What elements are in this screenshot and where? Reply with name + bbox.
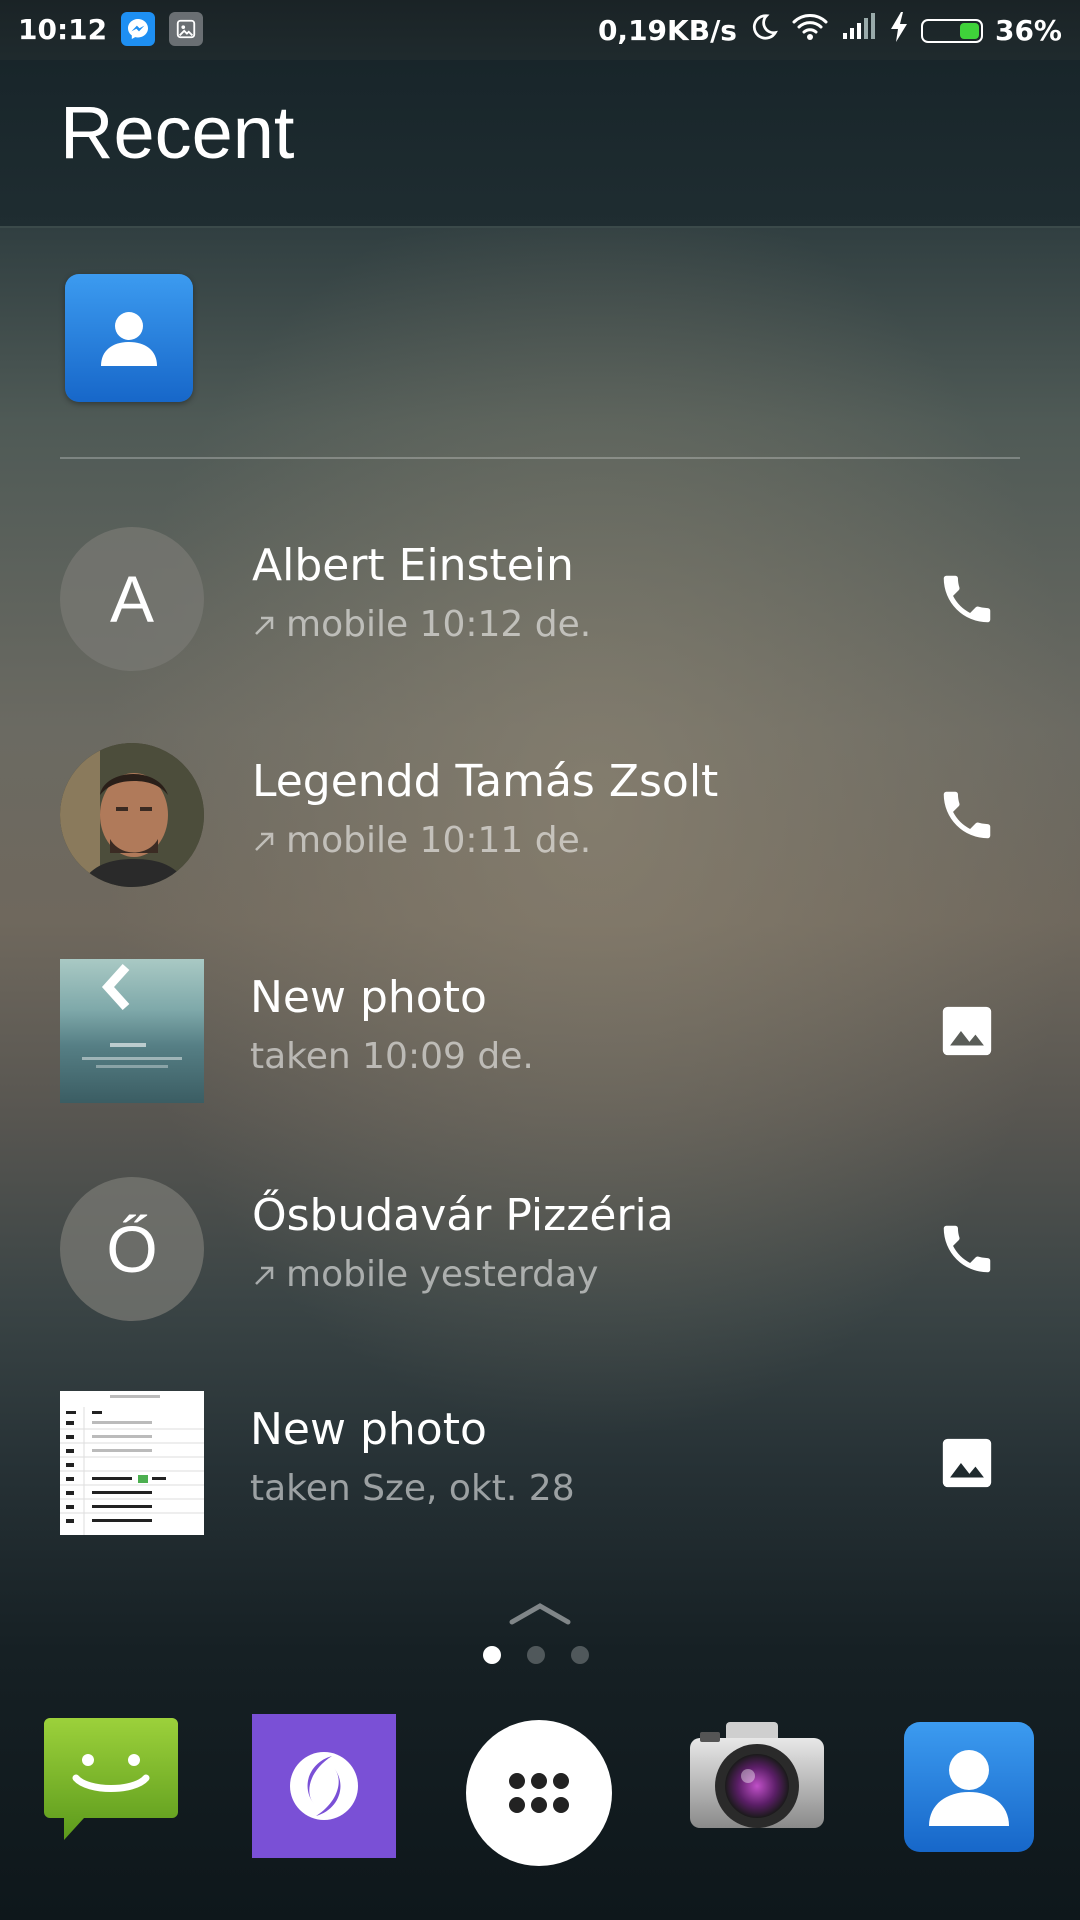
battery-level-fill [959,22,979,39]
camera-icon [690,1722,824,1828]
status-bar: 10:12 0,19KB/s 36% [0,0,1080,60]
recent-call-row[interactable]: A Albert Einstein mobile 10:12 de. [0,520,1080,690]
call-detail: mobile 10:11 de. [250,820,591,861]
chevron-up-icon[interactable] [508,1598,572,1628]
battery-percent: 36% [994,14,1062,47]
page-indicator [483,1646,589,1664]
outgoing-arrow-icon [255,616,274,635]
call-subtitle: mobile yesterday [286,1254,599,1295]
contacts-icon [101,312,157,366]
recent-photo-row[interactable]: New photo taken 10:09 de. [0,952,1080,1122]
recent-photo-row[interactable]: New photo taken Sze, okt. 28 [0,1384,1080,1554]
dock [0,1700,1080,1870]
purple-app-icon [290,1752,358,1820]
contact-name: Albert Einstein [252,540,574,591]
purple-app-button[interactable] [252,1714,396,1858]
recent-call-row[interactable]: Ő Ősbudavár Pizzéria mobile yesterday [0,1170,1080,1340]
wifi-icon [791,12,829,49]
app-drawer-button[interactable] [466,1720,612,1866]
call-detail: mobile yesterday [250,1254,598,1295]
phone-icon[interactable] [932,1214,1002,1284]
page-dot [571,1646,589,1664]
messages-app-button[interactable] [42,1712,188,1858]
recent-header: Recent [0,60,1080,228]
page-dot [483,1646,501,1664]
photo-subtitle: taken 10:09 de. [250,1036,534,1077]
divider [60,457,1020,459]
contacts-icon [929,1750,1009,1826]
photo-detail: taken Sze, okt. 28 [250,1468,575,1509]
phone-icon[interactable] [932,780,1002,850]
photo-thumbnail [60,959,204,1103]
recent-call-row[interactable]: Legendd Tamás Zsolt mobile 10:11 de. [0,736,1080,906]
image-icon[interactable] [932,1428,1002,1498]
page-dot [527,1646,545,1664]
gallery-icon [169,12,204,46]
contact-name: Legendd Tamás Zsolt [252,756,719,807]
item-title: New photo [250,1404,487,1455]
contacts-dock-button[interactable] [904,1722,1034,1852]
charging-bolt-icon [889,12,909,49]
item-title: New photo [250,972,487,1023]
page-title: Recent [60,91,295,174]
image-icon[interactable] [932,996,1002,1066]
call-detail: mobile 10:12 de. [250,604,591,645]
status-time: 10:12 [18,12,108,46]
app-drawer-icon [509,1773,569,1813]
contact-avatar: Ő [60,1177,204,1321]
call-subtitle: mobile 10:12 de. [286,604,592,645]
contact-name: Ősbudavár Pizzéria [252,1190,674,1241]
signal-icon [841,13,877,48]
camera-app-button[interactable] [684,1712,830,1858]
battery-icon [920,18,983,43]
photo-subtitle: taken Sze, okt. 28 [250,1468,575,1509]
outgoing-arrow-icon [255,832,274,851]
phone-icon[interactable] [932,564,1002,634]
photo-detail: taken 10:09 de. [250,1036,534,1077]
contact-avatar: A [60,527,204,671]
messages-icon [44,1718,178,1840]
outgoing-arrow-icon [255,1266,274,1285]
network-speed: 0,19KB/s [597,14,737,47]
contacts-app-button[interactable] [65,274,193,402]
call-subtitle: mobile 10:11 de. [286,820,592,861]
contact-photo-avatar [60,743,204,887]
messenger-icon [121,12,156,46]
photo-thumbnail [60,1391,204,1535]
moon-icon [749,12,779,49]
